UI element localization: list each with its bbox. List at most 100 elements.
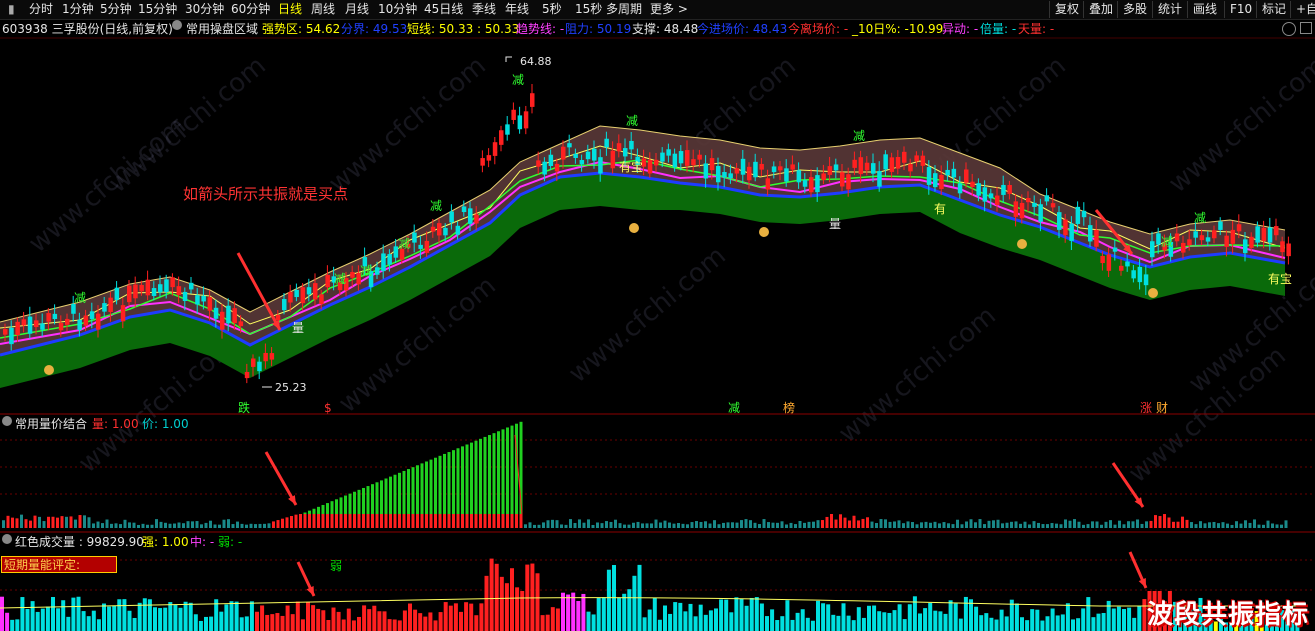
red-volume-bar [821,603,826,631]
panel2-name[interactable]: 常用量价结合 [15,416,87,432]
red-volume-bar [683,611,688,631]
buy-point-annotation: 如箭头所示共振就是买点 [183,185,349,203]
candle-body [554,163,560,172]
candle-body [306,287,312,295]
candle-body [418,244,423,249]
candle-body [288,292,293,303]
vp-bar [533,524,536,528]
candle-body [232,308,237,324]
vp-bar [1095,521,1099,528]
vp-bar [146,524,149,528]
red-volume-bar [984,613,989,631]
vp-bar [1050,523,1054,528]
candle-body [375,267,380,275]
vp-bar [191,521,194,528]
red-volume-bar [1142,599,1147,631]
candle-body [1193,231,1198,238]
vp-green-bar [330,501,334,514]
candle-body [213,307,219,319]
red-volume-bar [362,605,367,631]
vp-bar [137,524,140,528]
vp-bar [105,519,109,528]
vp-green-bar [308,510,311,514]
collapse-icon[interactable] [2,416,12,426]
vp-bar [1019,523,1022,528]
candle-body [1205,237,1211,242]
vp-bar [1005,522,1009,528]
candle-body [40,323,45,330]
vp-bar [182,523,185,528]
weak-mark: 弱 [330,559,343,573]
vp-bar [155,519,158,528]
vp-green-bar [474,440,478,514]
red-volume-bar [132,617,137,631]
red-volume-bar [1025,620,1030,631]
red-volume-bar [714,608,718,631]
vp-bar [452,514,455,528]
vp-bar [1109,520,1112,528]
vp-bar [456,514,460,528]
red-volume-bar [311,605,316,631]
candle-body [877,171,882,187]
collapse-icon[interactable] [2,534,12,544]
red-volume-bar [265,614,270,631]
candle-body [127,285,132,303]
vp-bar [632,522,635,528]
vp-bar [1185,519,1189,528]
candle-body [771,166,777,173]
candle-body [387,254,392,265]
vp-bar [938,523,941,528]
vp-bar [1217,523,1220,528]
red-volume-bar [1035,609,1040,631]
vp-bar [1271,523,1274,528]
red-volume-bar [173,604,178,631]
candle-body [840,172,845,187]
panel3-zhong: 中: - [190,535,215,549]
vp-bar [447,514,451,528]
red-volume-bar [504,583,509,631]
vp-bar [425,514,428,528]
red-volume-bar [382,611,387,631]
candle-body [269,353,275,360]
candle-body [1032,202,1037,207]
red-volume-bar [117,599,122,631]
red-volume-bar [571,592,576,631]
low-price-label: 25.23 [275,381,307,394]
vp-bar [686,524,689,528]
vp-green-bar [452,450,455,514]
vp-bar [560,524,563,528]
red-volume-bar [408,603,412,631]
panel3-ruo: 弱: - [218,535,243,549]
signal-marker: 减 [512,73,524,87]
candle-body [480,158,485,166]
red-volume-bar [1050,608,1055,631]
red-volume-bar [754,597,759,631]
vp-bar [438,514,442,528]
candle-body [65,318,70,325]
vp-bar [281,518,284,528]
red-volume-bar [979,615,984,631]
red-volume-bar [20,597,25,631]
vp-bar [497,514,500,528]
signal-marker: 减 [360,264,372,278]
red-volume-bar [555,608,560,631]
candle-body [1236,224,1242,232]
high-price-label: 64.88 [520,55,552,68]
red-volume-bar [703,614,708,631]
vp-bar [1194,524,1198,528]
candle-body [492,142,498,156]
candle-body [1224,235,1229,247]
red-volume-bar [581,593,586,631]
candle-body [523,111,529,129]
panel3-name[interactable]: 红色成交量 : 99829.90 [15,534,144,550]
vp-bar [222,519,226,528]
candle-body [802,180,808,187]
red-volume-bar [357,616,361,631]
vp-bar [420,514,424,528]
vp-green-bar [407,469,410,514]
candle-body [809,177,814,193]
vp-bar [812,521,815,528]
vp-bar [47,516,50,528]
vp-green-bar [366,486,370,514]
red-volume-bar [780,616,785,631]
